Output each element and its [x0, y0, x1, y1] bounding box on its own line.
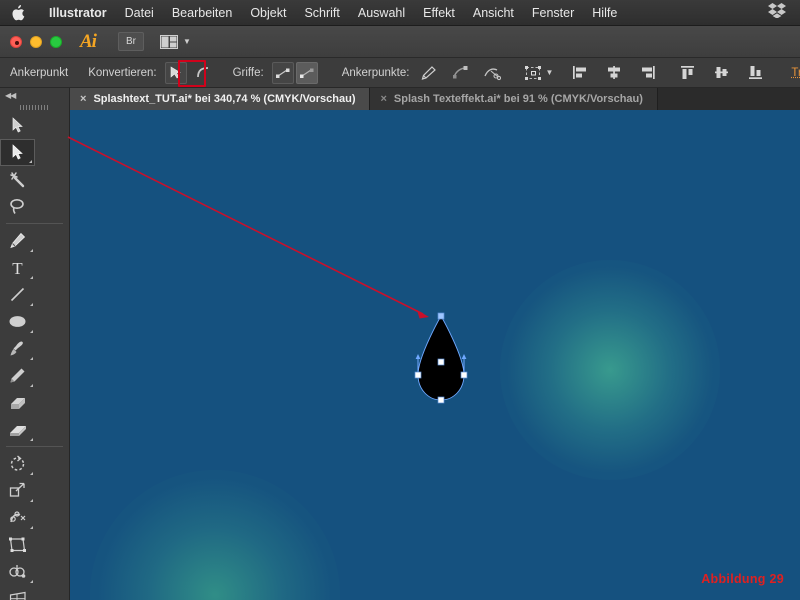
anchor-center — [438, 359, 444, 365]
remove-anchor-pen-icon[interactable] — [417, 62, 439, 84]
menu-item-datei[interactable]: Datei — [116, 0, 163, 26]
menu-item-objekt[interactable]: Objekt — [241, 0, 295, 26]
anchor-right — [461, 372, 467, 378]
divider — [6, 223, 63, 224]
blob-brush-tool[interactable] — [0, 389, 35, 416]
hide-handles-icon[interactable] — [296, 62, 318, 84]
dropbox-icon[interactable] — [768, 2, 786, 23]
pencil-tool[interactable] — [0, 362, 35, 389]
illustrator-logo: Ai — [80, 31, 96, 53]
divider — [6, 446, 63, 447]
free-transform-tool[interactable] — [0, 531, 35, 558]
tools-panel-grip[interactable] — [0, 102, 69, 112]
menu-item-auswahl[interactable]: Auswahl — [349, 0, 414, 26]
document-tab-inactive[interactable]: × Splash Texteffekt.ai* bei 91 % (CMYK/V… — [370, 88, 657, 110]
align-horizontal-center-icon[interactable] — [603, 62, 625, 84]
convert-to-corner-icon[interactable] — [165, 62, 187, 84]
pen-tool[interactable] — [0, 227, 35, 254]
anchor-points-label: Ankerpunkte: — [342, 67, 410, 79]
shape-builder-tool[interactable] — [0, 558, 35, 585]
align-left-icon[interactable] — [569, 62, 591, 84]
align-top-icon[interactable] — [677, 62, 699, 84]
anchor-left — [415, 372, 421, 378]
macos-menubar: Illustrator Datei Bearbeiten Objekt Schr… — [0, 0, 800, 26]
perspective-grid-tool[interactable] — [0, 585, 35, 600]
type-tool[interactable]: T — [0, 254, 35, 281]
document-tab-label: Splashtext_TUT.ai* bei 340,74 % (CMYK/Vo… — [93, 93, 355, 105]
convert-to-smooth-icon[interactable] — [193, 62, 215, 84]
width-tool[interactable] — [0, 504, 35, 531]
connect-endpoints-icon[interactable] — [481, 62, 503, 84]
artwork-layer — [70, 110, 800, 600]
menu-item-illustrator[interactable]: Illustrator — [40, 0, 116, 26]
close-icon[interactable]: × — [80, 93, 86, 105]
transform-reference-icon[interactable]: ▼ — [525, 65, 553, 81]
paintbrush-tool[interactable] — [0, 335, 35, 362]
line-segment-tool[interactable] — [0, 281, 35, 308]
collapse-panel-icon[interactable]: ◀◀ — [5, 91, 15, 100]
svg-text:T: T — [12, 259, 23, 276]
align-bottom-icon[interactable] — [745, 62, 767, 84]
ellipse-tool[interactable] — [0, 308, 35, 335]
bridge-button[interactable]: Br — [118, 32, 144, 51]
align-vertical-center-icon[interactable] — [711, 62, 733, 84]
anchor-bottom — [438, 397, 444, 403]
scale-tool[interactable] — [0, 477, 35, 504]
anchor-point-label: Ankerpunkt — [10, 67, 68, 79]
show-handles-icon[interactable] — [272, 62, 294, 84]
window-controls — [10, 36, 62, 48]
tools-grid: T — [0, 112, 69, 600]
align-right-icon[interactable] — [637, 62, 659, 84]
magic-wand-tool[interactable] — [0, 166, 35, 193]
droplet-shape[interactable] — [418, 316, 464, 400]
document-canvas[interactable]: Abbildung 29 — [70, 110, 800, 600]
menu-item-fenster[interactable]: Fenster — [523, 0, 583, 26]
document-tab-label: Splash Texteffekt.ai* bei 91 % (CMYK/Vor… — [394, 93, 643, 105]
minimize-button[interactable] — [30, 36, 42, 48]
tools-panel-header: ◀◀ — [0, 88, 69, 102]
menu-item-effekt[interactable]: Effekt — [414, 0, 464, 26]
rotate-tool[interactable] — [0, 450, 35, 477]
zoom-button[interactable] — [50, 36, 62, 48]
close-icon[interactable]: × — [380, 93, 386, 105]
apple-logo-icon[interactable] — [10, 4, 26, 22]
tool-submenu-indicator — [29, 160, 32, 163]
illustrator-window: Illustrator Datei Bearbeiten Objekt Schr… — [0, 0, 800, 600]
tools-panel: ◀◀ T — [0, 88, 70, 600]
menu-item-hilfe[interactable]: Hilfe — [583, 0, 626, 26]
close-button[interactable] — [10, 36, 22, 48]
menu-item-ansicht[interactable]: Ansicht — [464, 0, 523, 26]
menu-item-schrift[interactable]: Schrift — [295, 0, 348, 26]
lasso-tool[interactable] — [0, 193, 35, 220]
menubar-status-area — [768, 2, 790, 23]
menu-item-bearbeiten[interactable]: Bearbeiten — [163, 0, 241, 26]
direct-selection-tool[interactable] — [0, 139, 35, 166]
application-titlebar: Ai Br ▼ — [0, 26, 800, 58]
cut-path-icon[interactable] — [449, 62, 471, 84]
convert-label: Konvertieren: — [88, 67, 156, 79]
transform-panel-link[interactable]: Transformiere — [791, 67, 800, 79]
anchor-top — [438, 313, 444, 319]
document-tab-active[interactable]: × Splashtext_TUT.ai* bei 340,74 % (CMYK/… — [70, 88, 370, 110]
arrange-documents-icon[interactable]: ▼ — [160, 34, 191, 50]
selection-tool[interactable] — [0, 112, 35, 139]
document-tabbar: × Splashtext_TUT.ai* bei 340,74 % (CMYK/… — [70, 88, 800, 110]
control-options-bar: Ankerpunkt Konvertieren: Griffe: Ankerpu… — [0, 58, 800, 88]
handles-label: Griffe: — [233, 67, 264, 79]
eraser-tool[interactable] — [0, 416, 35, 443]
